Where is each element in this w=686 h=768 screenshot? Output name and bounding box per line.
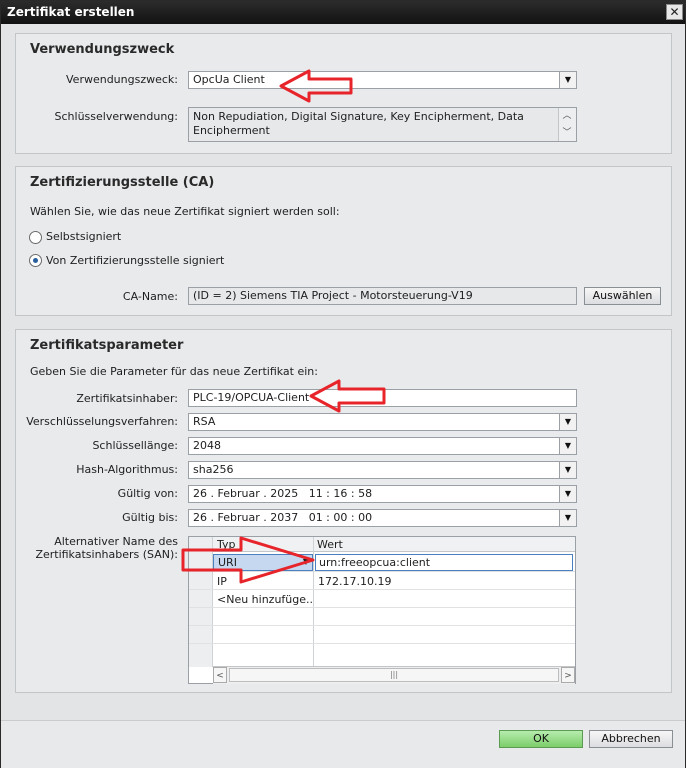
- scroll-down-icon[interactable]: ﹀: [559, 125, 575, 141]
- keyusage-value: Non Repudiation, Digital Signature, Key …: [193, 110, 524, 137]
- row-value-value: urn:freeopcua:client: [319, 556, 431, 569]
- column-header-value[interactable]: Wert: [317, 538, 343, 551]
- purpose-value: OpcUa Client: [193, 73, 265, 86]
- ca-name-field: (ID = 2) Siemens TIA Project - Motorsteu…: [188, 287, 577, 305]
- keyusage-scrollbar[interactable]: ︿ ﹀: [558, 108, 576, 141]
- row-header-column: [189, 537, 213, 667]
- usage-heading: Verwendungszweck: [30, 42, 175, 57]
- title-bar: Zertifikat erstellen ✕: [1, 1, 685, 24]
- valid-to-value: 26 . Februar . 2037 01 : 00 : 00: [193, 511, 373, 524]
- chevron-down-icon[interactable]: ▼: [559, 510, 576, 526]
- ca-signed-radio[interactable]: [29, 254, 42, 267]
- row-divider: [189, 607, 575, 608]
- close-button[interactable]: ✕: [666, 4, 683, 20]
- chevron-down-icon[interactable]: ▼: [559, 414, 576, 430]
- dialog-footer: OK Abbrechen: [1, 720, 685, 768]
- dialog-content: Verwendungszweck Verwendungszweck: OpcUa…: [1, 24, 685, 720]
- row-type-value: URI: [218, 556, 237, 569]
- encryption-label: Verschlüsselungsverfahren:: [26, 415, 178, 428]
- row-type-ip[interactable]: IP: [217, 575, 227, 588]
- keyusage-textbox[interactable]: Non Repudiation, Digital Signature, Key …: [188, 107, 577, 142]
- chevron-down-icon[interactable]: ▼: [559, 462, 576, 478]
- keyusage-label: Schlüsselverwendung:: [54, 110, 178, 123]
- san-table[interactable]: Typ Wert URI ▼ urn:freeopcua:client IP 1…: [188, 536, 576, 684]
- row-value-ip[interactable]: 172.17.10.19: [318, 575, 391, 588]
- purpose-label: Verwendungszweck:: [66, 73, 178, 86]
- holder-value: PLC-19/OPCUA-Client: [193, 391, 310, 404]
- window-title: Zertifikat erstellen: [7, 5, 135, 19]
- keylength-value: 2048: [193, 439, 221, 452]
- purpose-select[interactable]: OpcUa Client ▼: [188, 71, 577, 89]
- valid-to-picker[interactable]: 26 . Februar . 2037 01 : 00 : 00 ▼: [188, 509, 577, 527]
- ca-signed-label[interactable]: Von Zertifizierungsstelle signiert: [46, 254, 224, 267]
- valid-from-label: Gültig von:: [117, 487, 178, 500]
- cancel-button[interactable]: Abbrechen: [589, 730, 673, 748]
- close-icon: ✕: [669, 5, 680, 19]
- san-horizontal-scrollbar[interactable]: < ||| >: [213, 666, 575, 684]
- scroll-right-icon[interactable]: >: [561, 667, 575, 683]
- ca-prompt: Wählen Sie, wie das neue Zertifikat sign…: [30, 205, 340, 218]
- row-divider: [189, 571, 575, 572]
- scroll-left-icon[interactable]: <: [213, 667, 227, 683]
- keylength-label: Schlüssellänge:: [92, 439, 178, 452]
- valid-from-picker[interactable]: 26 . Februar . 2025 11 : 16 : 58 ▼: [188, 485, 577, 503]
- row-divider: [189, 625, 575, 626]
- encryption-value: RSA: [193, 415, 216, 428]
- chevron-down-icon[interactable]: ▼: [559, 486, 576, 502]
- holder-label: Zertifikatsinhaber:: [76, 392, 178, 405]
- ok-button[interactable]: OK: [499, 730, 583, 748]
- chevron-down-icon[interactable]: ▼: [559, 438, 576, 454]
- ca-name-label: CA-Name:: [122, 290, 178, 303]
- hash-select[interactable]: sha256 ▼: [188, 461, 577, 479]
- params-prompt: Geben Sie die Parameter für das neue Zer…: [30, 365, 318, 378]
- self-signed-label[interactable]: Selbstsigniert: [46, 230, 121, 243]
- san-label: Alternativer Name des Zertifikatsinhaber…: [35, 535, 178, 561]
- hash-value: sha256: [193, 463, 234, 476]
- ca-name-value: (ID = 2) Siemens TIA Project - Motorsteu…: [193, 289, 473, 302]
- keylength-select[interactable]: 2048 ▼: [188, 437, 577, 455]
- holder-input[interactable]: PLC-19/OPCUA-Client: [188, 389, 577, 407]
- table-row-uri-value[interactable]: urn:freeopcua:client: [315, 554, 573, 571]
- scroll-up-icon[interactable]: ︿: [559, 108, 575, 124]
- params-heading: Zertifikatsparameter: [30, 338, 184, 353]
- ca-heading: Zertifizierungsstelle (CA): [30, 175, 215, 190]
- create-certificate-dialog: Zertifikat erstellen ✕ Verwendungszweck …: [0, 0, 686, 768]
- table-row-uri-type[interactable]: URI ▼: [213, 554, 313, 571]
- valid-from-value: 26 . Februar . 2025 11 : 16 : 58: [193, 487, 373, 500]
- scroll-thumb[interactable]: |||: [229, 668, 559, 682]
- encryption-select[interactable]: RSA ▼: [188, 413, 577, 431]
- scroll-thumb-grip: |||: [389, 670, 399, 679]
- row-divider: [189, 589, 575, 590]
- add-new-row[interactable]: <Neu hinzufüge...: [217, 593, 313, 606]
- column-header-type[interactable]: Typ: [217, 538, 236, 551]
- chevron-down-icon[interactable]: ▼: [303, 557, 309, 566]
- row-divider: [189, 643, 575, 644]
- hash-label: Hash-Algorithmus:: [76, 463, 178, 476]
- select-ca-button[interactable]: Auswählen: [584, 287, 661, 305]
- self-signed-radio[interactable]: [29, 231, 42, 244]
- chevron-down-icon[interactable]: ▼: [559, 72, 576, 88]
- valid-to-label: Gültig bis:: [122, 511, 178, 524]
